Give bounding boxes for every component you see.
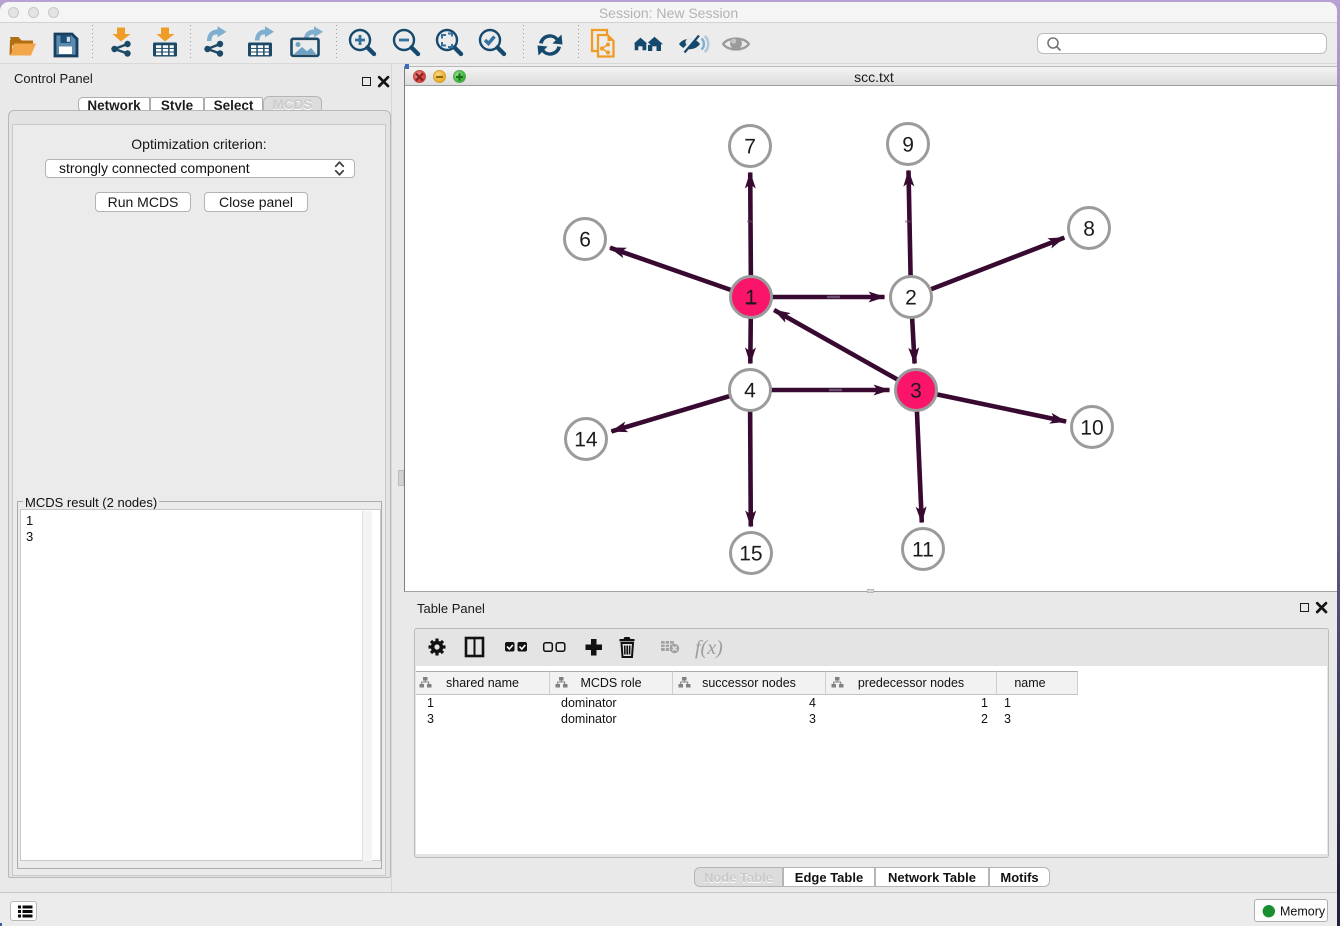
svg-text:7: 7 — [744, 135, 756, 158]
svg-text:6: 6 — [579, 228, 591, 251]
svg-text:14: 14 — [574, 428, 598, 451]
svg-text:Memory: Memory — [1280, 905, 1326, 919]
svg-text:3: 3 — [910, 380, 922, 403]
svg-text:10: 10 — [1080, 417, 1103, 440]
svg-text:9: 9 — [902, 134, 914, 157]
svg-text:15: 15 — [739, 542, 762, 565]
svg-text:2: 2 — [905, 287, 917, 310]
svg-text:11: 11 — [912, 539, 934, 562]
svg-text:f(x): f(x) — [695, 637, 723, 659]
svg-text:1: 1 — [745, 286, 757, 309]
svg-text:8: 8 — [1083, 218, 1095, 241]
svg-text:4: 4 — [744, 379, 756, 402]
